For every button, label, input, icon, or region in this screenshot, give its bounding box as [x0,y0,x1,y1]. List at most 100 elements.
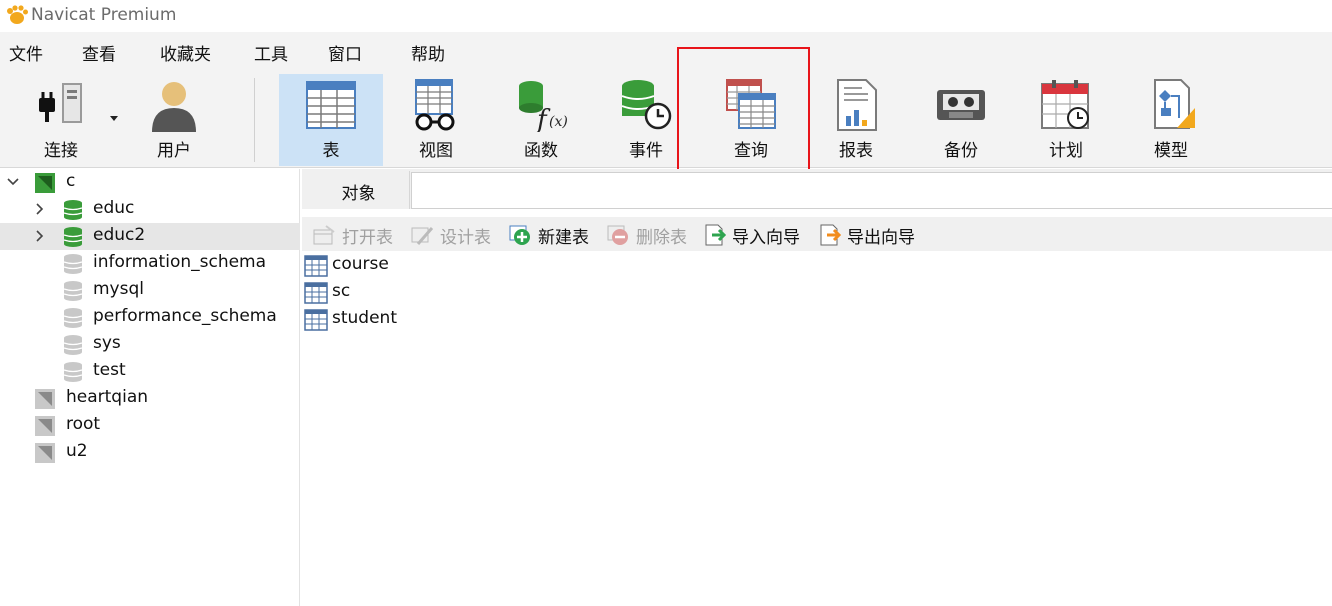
database-inactive-icon [63,362,83,382]
tree-node-connection-c[interactable]: c [0,169,300,196]
menu-window[interactable]: 窗口 [328,40,362,65]
toolbar-label: 查询 [734,141,768,161]
tree-node-database-test[interactable]: test [0,358,300,385]
open-table-icon [313,225,335,245]
toolbar-label: 用户 [157,141,191,161]
tab-bar: 对象 [302,169,1332,209]
new-table-label: 新建表 [538,228,589,248]
title-bar: Navicat Premium [0,0,1332,32]
toolbar-separator [254,78,255,162]
toolbar-query-button[interactable]: 查询 [699,74,803,166]
toolbar-backup-button[interactable]: 备份 [909,74,1013,166]
user-icon [152,82,196,132]
chevron-right-icon[interactable] [33,202,47,216]
toolbar-report-button[interactable]: 报表 [804,74,908,166]
table-icon [306,81,356,129]
table-icon [304,282,328,304]
query-icon [726,79,776,129]
tab-objects[interactable]: 对象 [308,171,410,209]
toolbar-user-button[interactable]: 用户 [122,74,226,166]
view-glasses-icon [415,79,455,131]
tree-node-label: root [66,414,101,434]
toolbar-event-button[interactable]: 事件 [594,74,698,166]
menu-tools[interactable]: 工具 [254,40,288,65]
tree-node-label: u2 [66,441,88,461]
export-icon [820,224,841,246]
mysql-connection-inactive-icon [35,389,55,409]
tree-node-database-performance-schema[interactable]: performance_schema [0,304,300,331]
schedule-calendar-icon [1041,80,1089,129]
table-name: course [332,254,389,274]
event-clock-icon [621,80,672,130]
tree-node-label: c [66,171,76,191]
tree-node-label: test [93,360,126,380]
model-icon [1154,79,1195,129]
menu-view[interactable]: 查看 [82,40,116,65]
tree-node-label: performance_schema [93,306,277,326]
window-title: Navicat Premium [31,5,177,25]
table-icon [304,255,328,277]
import-icon [705,224,726,246]
function-icon: f (x) [519,81,568,132]
main-toolbar: 连接 用户 表 视图 f (x) 函数 事件 查询 报表 备份 计划 模型 [0,70,1332,168]
menu-file[interactable]: 文件 [9,40,43,65]
tree-node-label: educ2 [93,225,146,245]
tree-node-database-educ2[interactable]: educ2 [0,223,300,250]
database-inactive-icon [63,335,83,355]
toolbar-label: 计划 [1049,141,1083,161]
tab-strip-empty [411,172,1332,209]
design-table-icon [411,227,434,245]
chevron-down-icon[interactable] [6,175,20,189]
menu-help[interactable]: 帮助 [411,40,445,65]
svg-text:(x): (x) [549,114,568,130]
open-table-label: 打开表 [342,228,393,248]
toolbar-function-button[interactable]: f (x) 函数 [489,74,593,166]
import-wizard-label: 导入向导 [732,228,800,248]
tree-node-connection-heartqian[interactable]: heartqian [0,385,300,412]
tree-node-label: heartqian [66,387,149,407]
database-icon [63,227,83,247]
tree-node-database-sys[interactable]: sys [0,331,300,358]
connection-dropdown-caret-icon[interactable] [110,116,118,121]
design-table-label: 设计表 [440,228,491,248]
content-area: 对象 打开表 设计表 新建表 删除表 导入向导 导出向导 course sc s… [302,169,1332,606]
table-name: sc [332,281,351,301]
connection-plug-icon [39,83,82,123]
toolbar-model-button[interactable]: 模型 [1119,74,1223,166]
tree-node-connection-u2[interactable]: u2 [0,439,300,466]
delete-table-label: 删除表 [636,228,687,248]
mysql-connection-inactive-icon [35,443,55,463]
object-toolbar: 打开表 设计表 新建表 删除表 导入向导 导出向导 [302,217,1332,251]
tree-node-database-educ[interactable]: educ [0,196,300,223]
toolbar-label: 事件 [629,141,663,161]
menu-bar: 文件 查看 收藏夹 工具 窗口 帮助 [0,32,1332,70]
mysql-connection-inactive-icon [35,416,55,436]
tree-node-connection-root[interactable]: root [0,412,300,439]
toolbar-schedule-button[interactable]: 计划 [1014,74,1118,166]
mysql-connection-icon [35,173,55,193]
navicat-logo-icon [7,5,28,24]
toolbar-label: 函数 [524,141,558,161]
tree-node-label: mysql [93,279,144,299]
toolbar-label: 连接 [44,141,78,161]
database-inactive-icon [63,254,83,274]
toolbar-view-button[interactable]: 视图 [384,74,488,166]
table-name: student [332,308,397,328]
ribbon: 文件 查看 收藏夹 工具 窗口 帮助 连接 用户 表 视图 f (x) 函数 事… [0,32,1332,168]
toolbar-label: 视图 [419,141,453,161]
database-inactive-icon [63,308,83,328]
toolbar-connection-button[interactable]: 连接 [9,74,113,166]
toolbar-label: 报表 [839,141,873,161]
menu-favorites[interactable]: 收藏夹 [160,40,211,65]
tree-node-database-mysql[interactable]: mysql [0,277,300,304]
add-icon [509,225,530,245]
database-icon [63,200,83,220]
toolbar-label: 备份 [944,141,978,161]
toolbar-table-button[interactable]: 表 [279,74,383,166]
navigation-tree[interactable]: c educ educ2 information_schema mysql pe… [0,169,300,606]
tree-node-database-information-schema[interactable]: information_schema [0,250,300,277]
chevron-right-icon[interactable] [33,229,47,243]
report-icon [837,79,877,131]
table-icon [304,309,328,331]
toolbar-label: 表 [322,141,340,161]
